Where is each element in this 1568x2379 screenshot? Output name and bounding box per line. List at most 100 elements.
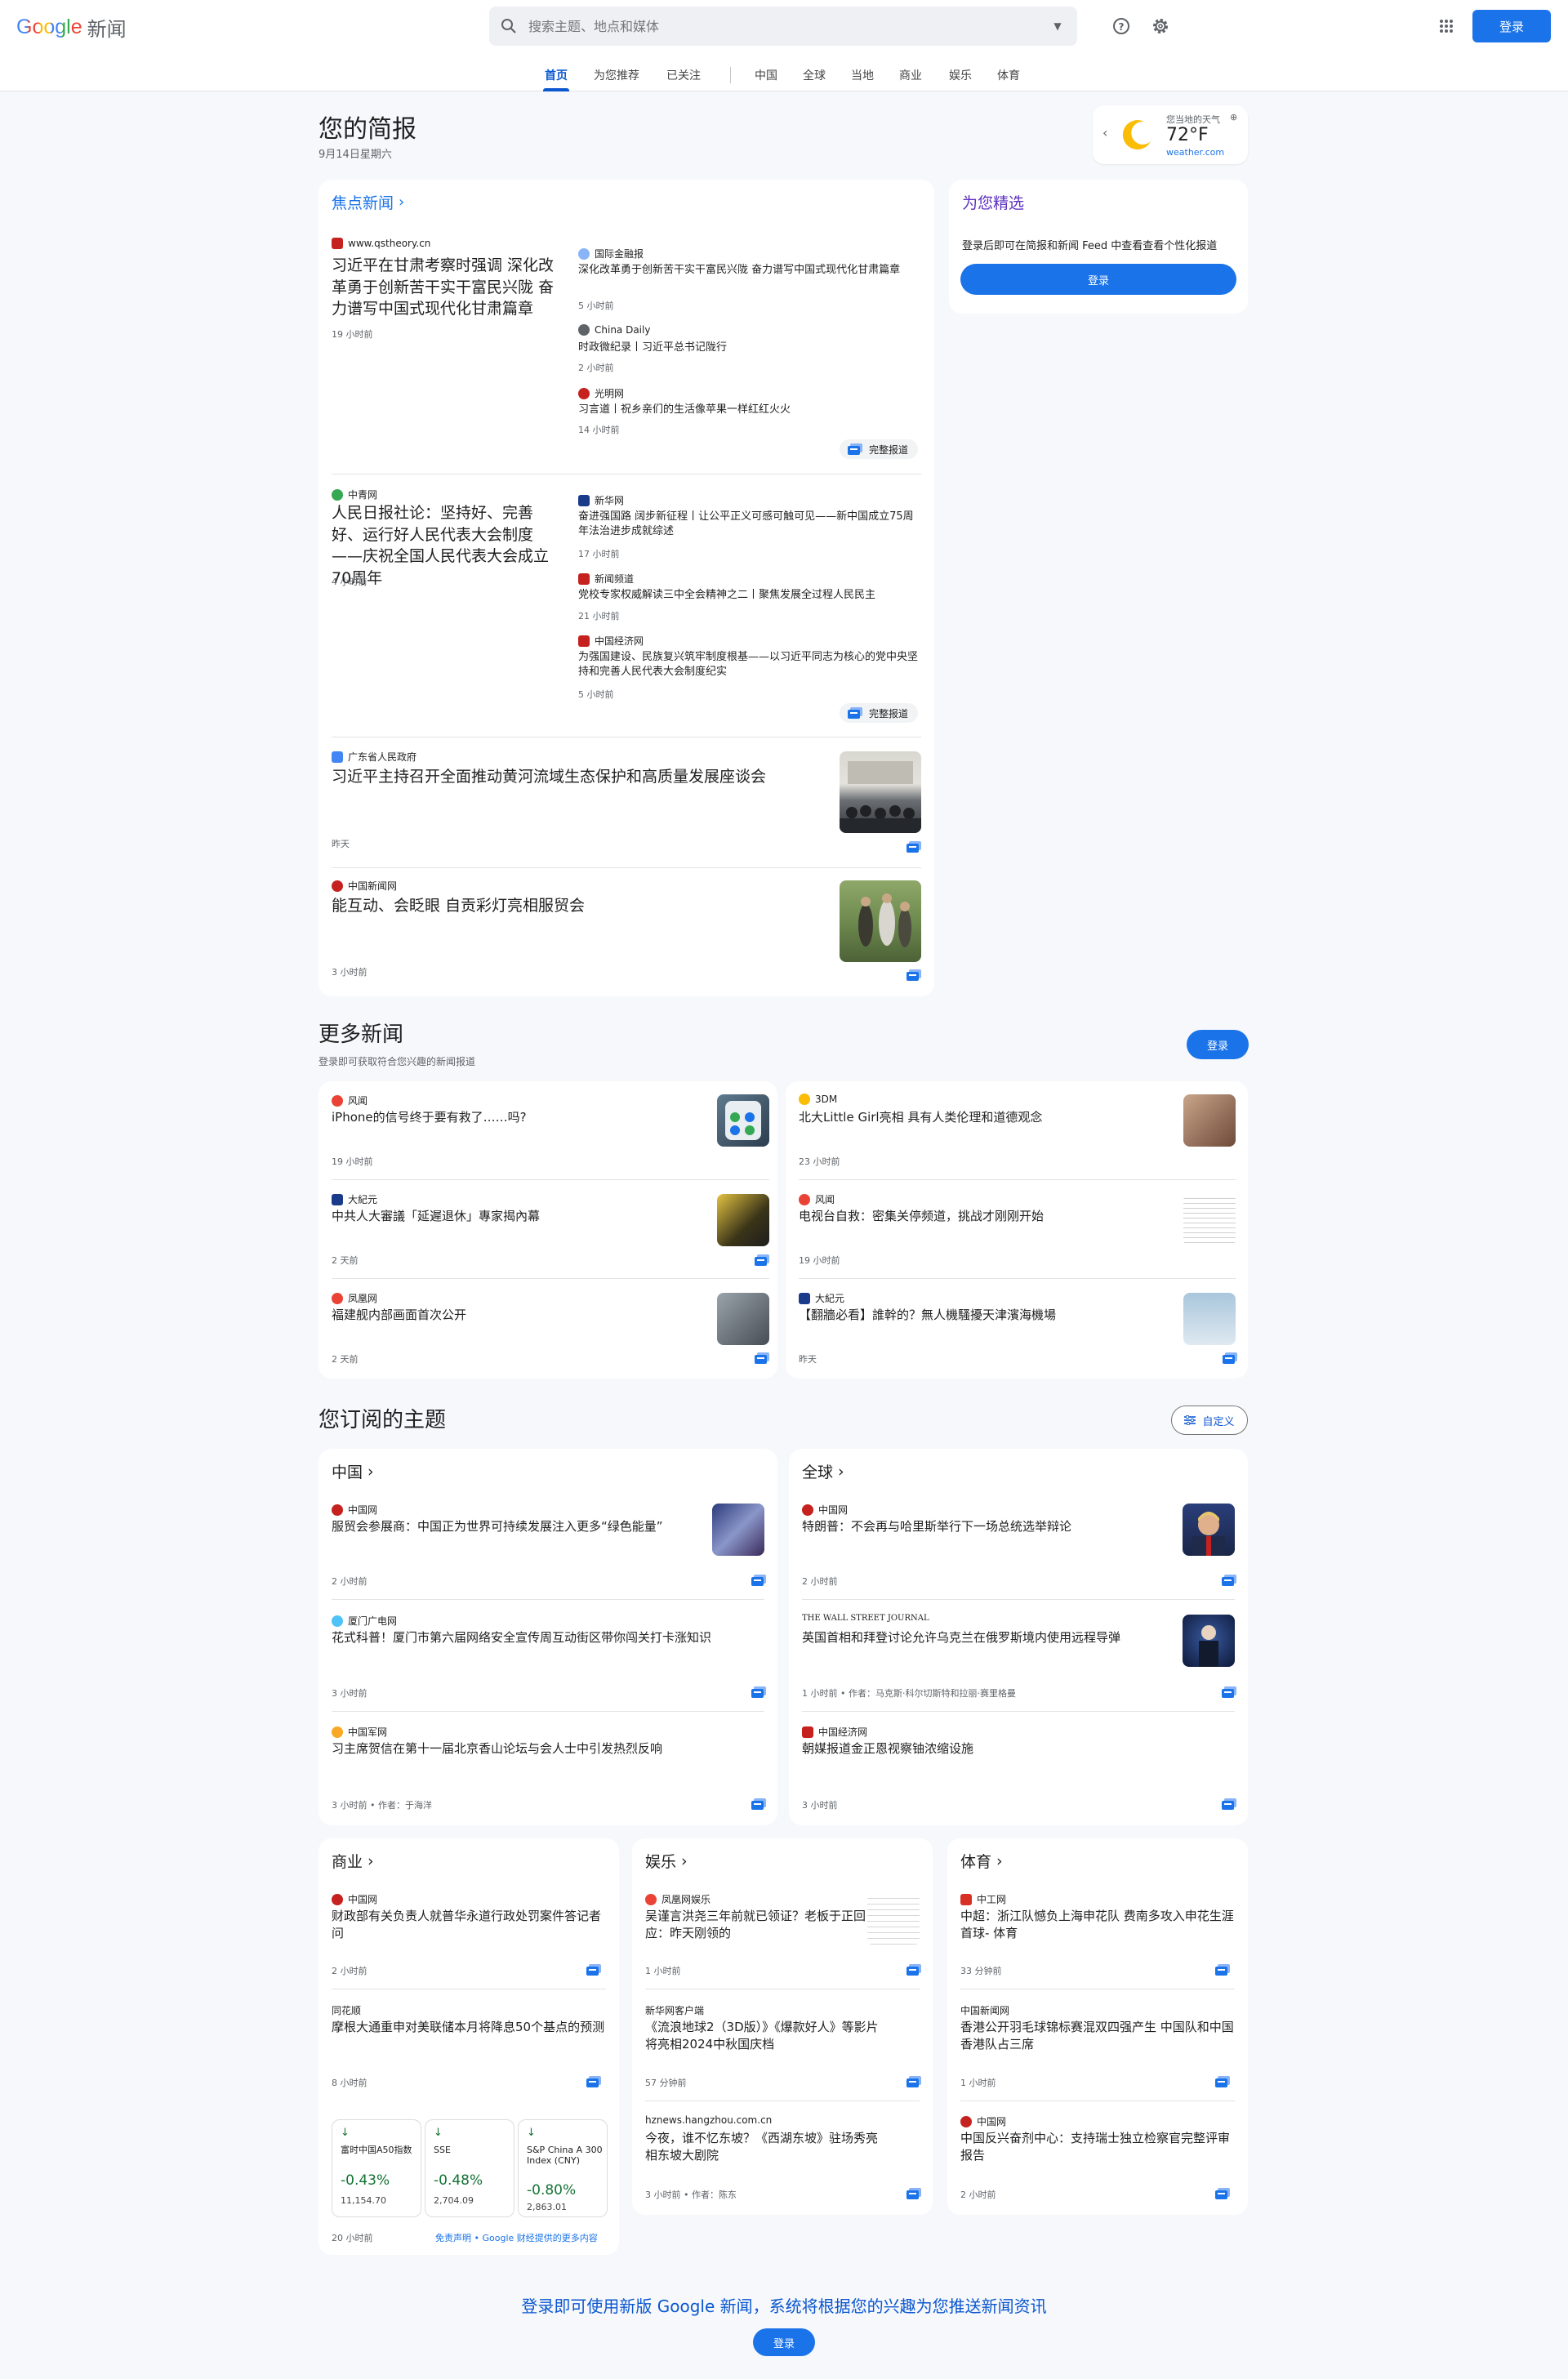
signin-button[interactable]: 登录 [1472, 10, 1551, 42]
source[interactable]: 风闻 [332, 1094, 368, 1107]
source[interactable]: 大紀元 [799, 1291, 844, 1305]
full-coverage-icon[interactable] [1215, 1964, 1230, 1976]
headline[interactable]: 服贸会参展商：中国正为世界可持续发展注入更多“绿色能量” [332, 1518, 703, 1535]
tab-business[interactable]: 商业 [899, 67, 922, 83]
target-icon[interactable]: ⊕ [1230, 112, 1237, 123]
news-thumbnail[interactable] [840, 751, 921, 833]
source[interactable]: 新闻频道 [578, 572, 634, 586]
topic-link-sports[interactable]: 体育 › [960, 1850, 1003, 1872]
source[interactable]: 中国网 [960, 2114, 1006, 2128]
source[interactable]: 国际金融报 [578, 247, 644, 261]
news-thumbnail[interactable] [1183, 1194, 1236, 1246]
weather-source[interactable]: weather.com [1166, 147, 1224, 158]
full-coverage-icon[interactable] [751, 1686, 766, 1698]
news-thumbnail[interactable] [1183, 1504, 1235, 1556]
source[interactable]: 同花顺 [332, 2003, 361, 2017]
full-coverage-icon[interactable] [751, 1575, 766, 1586]
source[interactable]: 凤凰网娱乐 [645, 1892, 710, 1906]
stocks-more-link[interactable]: Google 财经提供的更多内容 [482, 2233, 597, 2243]
source[interactable]: China Daily [578, 324, 650, 336]
search-icon[interactable] [489, 7, 528, 46]
source[interactable]: 新华网客户端 [645, 2003, 704, 2017]
full-coverage-icon[interactable] [1222, 1686, 1236, 1698]
topic-link-entertainment[interactable]: 娱乐 › [645, 1850, 688, 1872]
news-thumbnail[interactable] [1183, 1094, 1236, 1147]
full-coverage-icon[interactable] [906, 2076, 921, 2087]
topic-link-china[interactable]: 中国 › [332, 1460, 374, 1482]
source[interactable]: 中国网 [802, 1503, 848, 1517]
headline[interactable]: 北大Little Girl亮相 具有人类伦理和道德观念 [799, 1109, 1158, 1126]
full-coverage-icon[interactable] [755, 1352, 769, 1364]
source[interactable]: 中工网 [960, 1892, 1006, 1906]
tab-world[interactable]: 全球 [803, 67, 826, 83]
apps-grid-icon[interactable] [1435, 15, 1458, 38]
source[interactable]: 大紀元 [332, 1192, 377, 1206]
headline[interactable]: 中国反兴奋剂中心：支持瑞士独立检察官完整评审报告 [960, 2130, 1238, 2164]
headline-related[interactable]: 时政微纪录丨习近平总书记陇行 [578, 341, 921, 355]
headline-main[interactable]: 习近平在甘肃考察时强调 深化改革勇于创新苦干实干富民兴陇 奋力谱写中国式现代化甘… [332, 255, 564, 320]
headline[interactable]: 中超：浙江队憾负上海申花队 费南多攻入申花生涯首球- 体育 [960, 1908, 1238, 1942]
headline[interactable]: 中共人大審議「延遲退休」專家揭內幕 [332, 1208, 691, 1225]
news-thumbnail[interactable] [867, 1893, 920, 1945]
google-news-logo[interactable]: Google 新闻 [16, 13, 127, 42]
headline-related[interactable]: 习言道丨祝乡亲们的生活像苹果一样红红火火 [578, 403, 921, 417]
full-coverage-icon[interactable] [1215, 2076, 1230, 2087]
source[interactable]: 中国经济网 [578, 634, 644, 648]
source[interactable]: hznews.hangzhou.com.cn [645, 2114, 772, 2126]
headline[interactable]: 【翻牆必看】誰幹的？無人機騷擾天津濱海機場 [799, 1307, 1158, 1324]
source[interactable]: THE WALL STREET JOURNAL [802, 1614, 929, 1623]
full-coverage-icon[interactable] [586, 1964, 601, 1976]
tab-for-you[interactable]: 为您推荐 [594, 67, 639, 83]
source[interactable]: www.qstheory.cn [332, 238, 430, 249]
full-coverage-icon[interactable] [906, 1964, 921, 1976]
picks-signin-button[interactable]: 登录 [960, 264, 1236, 295]
full-coverage-icon[interactable] [755, 1254, 769, 1266]
stock-card[interactable]: ↓ 富时中国A50指数 -0.43% 11,154.70 [332, 2119, 421, 2217]
tab-home[interactable]: 首页 [545, 67, 568, 83]
headline[interactable]: 英国首相和拜登讨论允许乌克兰在俄罗斯境内使用远程导弹 [802, 1629, 1161, 1646]
headline-related[interactable]: 深化改革勇于创新苦干实干富民兴陇 奋力谱写中国式现代化甘肃篇章 [578, 263, 921, 278]
search-dropdown-icon[interactable]: ▼ [1038, 20, 1077, 32]
headline-related[interactable]: 党校专家权威解读三中全会精神之二丨聚焦发展全过程人民民主 [578, 588, 921, 603]
help-icon[interactable]: ? [1110, 15, 1133, 38]
source[interactable]: 中国经济网 [802, 1725, 867, 1739]
source[interactable]: 光明网 [578, 386, 624, 400]
source[interactable]: 厦门广电网 [332, 1614, 397, 1628]
customize-button[interactable]: 自定义 [1171, 1406, 1248, 1435]
full-coverage-icon[interactable] [1223, 1352, 1237, 1364]
footer-signin-button[interactable]: 登录 [753, 2328, 815, 2356]
topic-link-world[interactable]: 全球 › [802, 1460, 844, 1482]
headline[interactable]: 摩根大通重申对美联储本月将降息50个基点的预测 [332, 2019, 609, 2036]
full-coverage-button[interactable]: 完整报道 [840, 439, 919, 459]
source[interactable]: 中国军网 [332, 1725, 387, 1739]
source[interactable]: 中青网 [332, 488, 377, 501]
full-coverage-icon[interactable] [586, 2076, 601, 2087]
headline[interactable]: 今夜，谁不忆东坡？《西湖东坡》驻场秀亮相东坡大剧院 [645, 2130, 882, 2164]
stock-card[interactable]: ↓ SSE -0.48% 2,704.09 [425, 2119, 514, 2217]
news-thumbnail[interactable] [840, 880, 921, 962]
headline-main[interactable]: 能互动、会眨眼 自贡彩灯亮相服贸会 [332, 895, 813, 917]
source[interactable]: 新华网 [578, 493, 624, 507]
source[interactable]: 广东省人民政府 [332, 750, 416, 764]
topic-link-business[interactable]: 商业 › [332, 1850, 374, 1872]
headline[interactable]: 吴谨言洪尧三年前就已领证？老板于正回应：昨天刚领的 [645, 1908, 866, 1942]
full-coverage-icon[interactable] [1222, 1798, 1236, 1810]
tab-sports[interactable]: 体育 [997, 67, 1020, 83]
chevron-left-icon[interactable]: ‹ [1102, 125, 1107, 140]
news-thumbnail[interactable] [712, 1504, 764, 1556]
headline[interactable]: 花式科普！厦门市第六届网络安全宣传周互动街区带你闯关打卡涨知识 [332, 1629, 756, 1646]
full-coverage-icon[interactable] [1215, 2188, 1230, 2199]
news-thumbnail[interactable] [717, 1194, 769, 1246]
source[interactable]: 风闻 [799, 1192, 835, 1206]
news-thumbnail[interactable] [1183, 1293, 1236, 1345]
news-thumbnail[interactable] [1183, 1615, 1235, 1667]
headline[interactable]: 福建舰内部画面首次公开 [332, 1307, 691, 1324]
headline-related[interactable]: 为强国建设、民族复兴筑牢制度根基——以习近平同志为核心的党中央坚持和完善人民代表… [578, 650, 921, 679]
full-coverage-icon[interactable] [906, 2188, 921, 2199]
source[interactable]: 中国新闻网 [960, 2003, 1009, 2017]
headline[interactable]: 电视台自救：密集关停频道，挑战才刚刚开始 [799, 1208, 1158, 1225]
headline[interactable]: 财政部有关负责人就普华永道行政处罚案件答记者问 [332, 1908, 609, 1942]
stocks-disclaimer-link[interactable]: 免责声明 [435, 2233, 471, 2243]
source[interactable]: 中国新闻网 [332, 879, 397, 893]
full-coverage-icon[interactable] [906, 841, 921, 853]
